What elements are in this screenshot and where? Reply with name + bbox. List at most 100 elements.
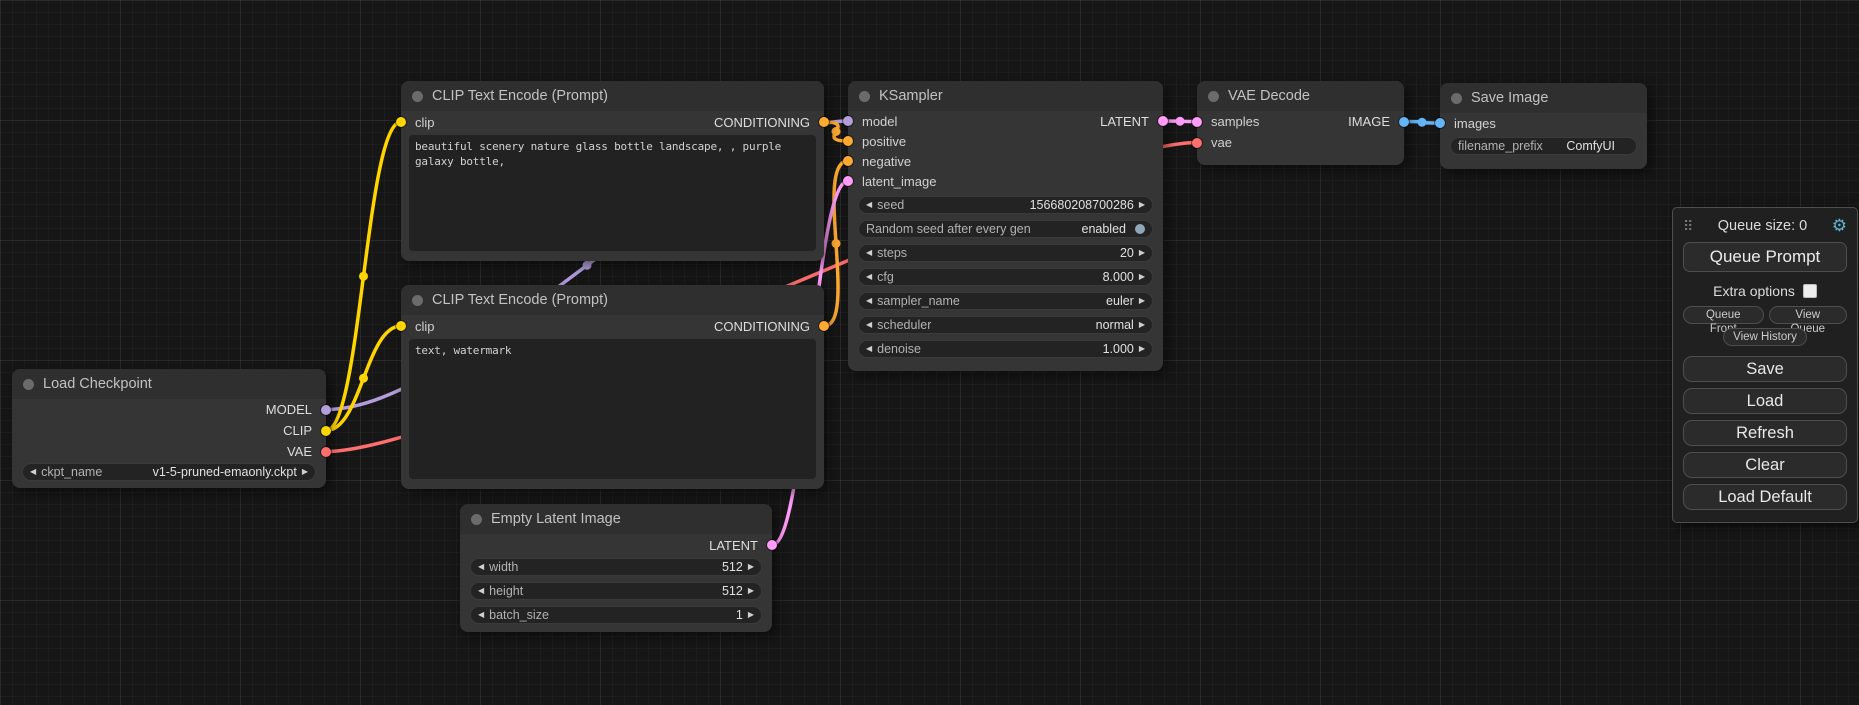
input-slot-positive[interactable] — [843, 136, 853, 146]
scheduler-widget[interactable]: ◀ scheduler normal ▶ — [858, 316, 1153, 334]
extra-options-checkbox[interactable] — [1803, 284, 1817, 298]
node-save-image[interactable]: Save Image images filename_prefix ComfyU… — [1440, 83, 1647, 169]
slot-row: clip CONDITIONING — [401, 315, 824, 337]
queue-buttons-row: Queue Front View Queue — [1683, 306, 1847, 324]
arrow-left-icon[interactable]: ◀ — [478, 587, 484, 595]
load-button[interactable]: Load — [1683, 388, 1847, 414]
queue-size-label: Queue size: 0 — [1693, 218, 1831, 234]
arrow-left-icon[interactable]: ◀ — [866, 345, 872, 353]
node-ksampler[interactable]: KSampler model LATENT positive negative … — [848, 81, 1163, 371]
arrow-left-icon[interactable]: ◀ — [478, 563, 484, 571]
node-title-bar[interactable]: VAE Decode — [1197, 81, 1404, 111]
input-slot-label: clip — [415, 115, 435, 130]
save-button[interactable]: Save — [1683, 356, 1847, 382]
view-history-button[interactable]: View History — [1723, 328, 1807, 346]
menu-header: ⠿ Queue size: 0 ⚙ — [1683, 214, 1847, 238]
collapse-dot[interactable] — [471, 514, 482, 525]
node-title: Save Image — [1471, 90, 1548, 106]
input-slot-negative[interactable] — [843, 156, 853, 166]
node-load-checkpoint[interactable]: Load Checkpoint MODEL CLIP VAE ◀ ckpt_na… — [12, 369, 326, 488]
node-title-bar[interactable]: Empty Latent Image — [460, 504, 772, 534]
clear-button[interactable]: Clear — [1683, 452, 1847, 478]
width-widget[interactable]: ◀ width 512 ▶ — [470, 558, 762, 576]
arrow-right-icon[interactable]: ▶ — [748, 587, 754, 595]
arrow-right-icon[interactable]: ▶ — [1139, 249, 1145, 257]
node-clip-text-encode-positive[interactable]: CLIP Text Encode (Prompt) clip CONDITION… — [401, 81, 824, 261]
arrow-left-icon[interactable]: ◀ — [478, 611, 484, 619]
refresh-button[interactable]: Refresh — [1683, 420, 1847, 446]
node-title-bar[interactable]: Save Image — [1440, 83, 1647, 113]
arrow-right-icon[interactable]: ▶ — [1139, 201, 1145, 209]
random-seed-toggle-widget[interactable]: Random seed after every gen enabled — [858, 220, 1153, 238]
node-clip-text-encode-negative[interactable]: CLIP Text Encode (Prompt) clip CONDITION… — [401, 285, 824, 489]
arrow-left-icon[interactable]: ◀ — [866, 201, 872, 209]
toggle-dot-icon[interactable] — [1135, 224, 1145, 234]
arrow-right-icon[interactable]: ▶ — [1139, 321, 1145, 329]
arrow-right-icon[interactable]: ▶ — [302, 468, 308, 476]
widget-label: width — [489, 560, 518, 574]
settings-gear-icon[interactable]: ⚙ — [1832, 216, 1847, 236]
node-title-bar[interactable]: KSampler — [848, 81, 1163, 111]
output-slot-conditioning[interactable] — [819, 117, 829, 127]
output-slot-clip[interactable] — [321, 426, 331, 436]
input-slot-clip[interactable] — [396, 321, 406, 331]
batch-size-widget[interactable]: ◀ batch_size 1 ▶ — [470, 606, 762, 624]
output-slot-conditioning[interactable] — [819, 321, 829, 331]
node-vae-decode[interactable]: VAE Decode samples IMAGE vae — [1197, 81, 1404, 165]
output-slot-latent[interactable] — [767, 540, 777, 550]
input-slot-latent-image[interactable] — [843, 176, 853, 186]
collapse-dot[interactable] — [859, 91, 870, 102]
input-slot-samples[interactable] — [1192, 117, 1202, 127]
steps-widget[interactable]: ◀ steps 20 ▶ — [858, 244, 1153, 262]
input-slot-images[interactable] — [1435, 118, 1445, 128]
view-queue-button[interactable]: View Queue — [1769, 306, 1848, 324]
arrow-left-icon[interactable]: ◀ — [866, 249, 872, 257]
input-slot-vae[interactable] — [1192, 138, 1202, 148]
slot-row: samples IMAGE — [1197, 111, 1404, 132]
cfg-widget[interactable]: ◀ cfg 8.000 ▶ — [858, 268, 1153, 286]
arrow-right-icon[interactable]: ▶ — [1139, 345, 1145, 353]
collapse-dot[interactable] — [412, 295, 423, 306]
ckpt-name-widget[interactable]: ◀ ckpt_name v1-5-pruned-emaonly.ckpt ▶ — [22, 463, 316, 481]
input-slot-label: positive — [862, 134, 906, 149]
prompt-textarea[interactable]: text, watermark — [409, 339, 816, 479]
output-slot-image[interactable] — [1399, 117, 1409, 127]
arrow-right-icon[interactable]: ▶ — [748, 563, 754, 571]
widget-value: euler — [1106, 294, 1134, 308]
collapse-dot[interactable] — [1208, 91, 1219, 102]
arrow-right-icon[interactable]: ▶ — [1139, 273, 1145, 281]
filename-prefix-widget[interactable]: filename_prefix ComfyUI — [1450, 137, 1637, 155]
node-title-bar[interactable]: Load Checkpoint — [12, 369, 326, 399]
sampler-name-widget[interactable]: ◀ sampler_name euler ▶ — [858, 292, 1153, 310]
output-slot-vae[interactable] — [321, 447, 331, 457]
node-title: VAE Decode — [1228, 88, 1310, 104]
arrow-left-icon[interactable]: ◀ — [30, 468, 36, 476]
node-empty-latent-image[interactable]: Empty Latent Image LATENT ◀ width 512 ▶ … — [460, 504, 772, 632]
height-widget[interactable]: ◀ height 512 ▶ — [470, 582, 762, 600]
prompt-textarea[interactable]: beautiful scenery nature glass bottle la… — [409, 135, 816, 251]
seed-widget[interactable]: ◀ seed 156680208700286 ▶ — [858, 196, 1153, 214]
queue-prompt-button[interactable]: Queue Prompt — [1683, 242, 1847, 272]
node-title-bar[interactable]: CLIP Text Encode (Prompt) — [401, 285, 824, 315]
arrow-left-icon[interactable]: ◀ — [866, 321, 872, 329]
load-default-button[interactable]: Load Default — [1683, 484, 1847, 510]
node-graph-canvas[interactable]: Load Checkpoint MODEL CLIP VAE ◀ ckpt_na… — [0, 0, 1859, 705]
input-slot-model[interactable] — [843, 116, 853, 126]
output-slot-model[interactable] — [321, 405, 331, 415]
collapse-dot[interactable] — [23, 379, 34, 390]
output-slot-label: MODEL — [266, 402, 312, 417]
arrow-left-icon[interactable]: ◀ — [866, 273, 872, 281]
input-slot-clip[interactable] — [396, 117, 406, 127]
arrow-left-icon[interactable]: ◀ — [866, 297, 872, 305]
collapse-dot[interactable] — [1451, 93, 1462, 104]
denoise-widget[interactable]: ◀ denoise 1.000 ▶ — [858, 340, 1153, 358]
queue-front-button[interactable]: Queue Front — [1683, 306, 1764, 324]
arrow-right-icon[interactable]: ▶ — [1139, 297, 1145, 305]
node-title-bar[interactable]: CLIP Text Encode (Prompt) — [401, 81, 824, 111]
widget-label: Random seed after every gen — [866, 222, 1031, 236]
arrow-right-icon[interactable]: ▶ — [748, 611, 754, 619]
output-slot-latent[interactable] — [1158, 116, 1168, 126]
drag-handle-icon[interactable]: ⠿ — [1683, 218, 1693, 235]
collapse-dot[interactable] — [412, 91, 423, 102]
slot-row: CLIP — [12, 420, 326, 441]
